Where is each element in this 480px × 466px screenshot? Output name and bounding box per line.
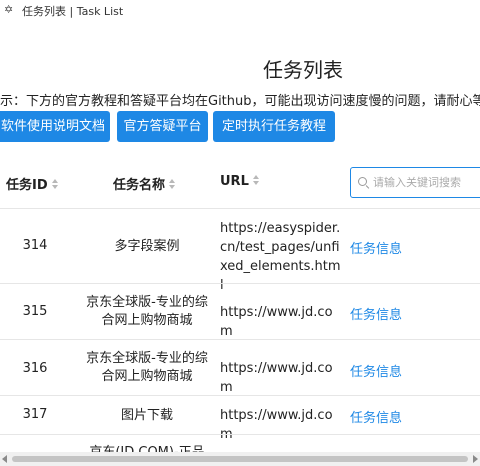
sort-icon[interactable] [253,175,261,186]
task-id-cell: 315 [22,304,48,319]
scroll-thumb[interactable] [12,456,468,462]
spider-icon: ✡ [4,3,14,16]
search-box[interactable] [350,167,480,198]
task-id-cell: 314 [22,238,48,253]
task-info-link[interactable]: 任务信息 [350,238,402,257]
schedule-tutorial-button[interactable]: 定时执行任务教程 [213,111,335,142]
qa-platform-button[interactable]: 官方答疑平台 [117,111,208,142]
task-info-link[interactable]: 任务信息 [350,304,402,323]
search-icon [358,177,367,186]
sort-icon[interactable] [169,179,177,190]
scroll-left-icon[interactable] [2,455,7,463]
scroll-right-icon[interactable] [473,455,478,463]
task-info-link[interactable]: 任务信息 [350,361,402,380]
task-name-cell: 多字段案例 [114,239,180,254]
sort-icon[interactable] [52,179,60,190]
header-task-id[interactable]: 任务ID [6,174,60,193]
task-name-cell: 京东(JD.COM)-正品 [86,444,208,452]
header-url[interactable]: URL [220,174,261,189]
task-url-cell: https://www.jd.com [220,361,333,395]
window-titlebar: ✡ 任务列表 | Task List [0,0,480,22]
task-id-cell: 316 [22,361,48,376]
header-task-id-label: 任务ID [6,178,48,193]
page-title: 任务列表 [263,58,343,82]
task-url-cell: https://www.jd.com [220,305,333,339]
table-row: 京东(JD.COM)-正品 [0,435,480,452]
manual-button[interactable]: 软件使用说明文档 [0,111,110,142]
notice-text: 示：下方的官方教程和答疑平台均在Github，可能出现访问速度慢的问题，请耐心等… [0,94,480,109]
table-row: 314 多字段案例 https://easyspider.cn/test_pag… [0,209,480,293]
task-name-cell: 京东全球版-专业的综合网上购物商城 [86,351,208,384]
task-info-link[interactable]: 任务信息 [350,407,402,426]
window-title: 任务列表 | Task List [22,5,124,18]
task-name-cell: 京东全球版-专业的综合网上购物商城 [86,295,208,328]
horizontal-scrollbar[interactable] [0,452,480,466]
table-row: 317 图片下载 https://www.jd.com 任务信息 [0,396,480,442]
task-id-cell: 317 [22,407,48,422]
search-input[interactable] [373,173,480,192]
header-task-name-label: 任务名称 [113,178,166,193]
header-url-label: URL [220,174,249,189]
header-task-name[interactable]: 任务名称 [113,174,177,193]
table-row: 316 京东全球版-专业的综合网上购物商城 https://www.jd.com… [0,340,480,395]
table-row: 315 京东全球版-专业的综合网上购物商城 https://www.jd.com… [0,284,480,339]
task-name-cell: 图片下载 [120,408,173,423]
